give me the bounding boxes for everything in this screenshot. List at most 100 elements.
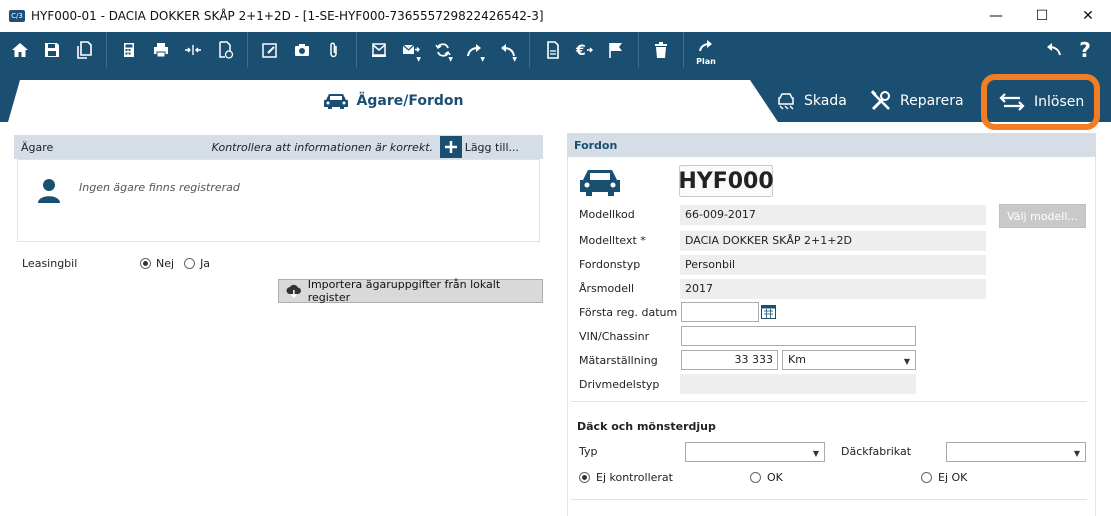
tires-header: Däck och mönsterdjup (577, 420, 716, 433)
flag-icon[interactable] (600, 32, 632, 68)
chevron-down-icon: ▼ (903, 357, 910, 366)
back-arrow-icon[interactable]: ▼ (491, 32, 523, 68)
calendar-icon[interactable] (761, 304, 776, 319)
ej-kontrollerat-radio[interactable] (579, 472, 590, 483)
vin-input[interactable] (681, 326, 916, 346)
tire-brand-select[interactable]: ▼ (946, 442, 1086, 462)
svg-text:€: € (575, 43, 586, 59)
tab-agare-fordon[interactable]: Ägare/Fordon (8, 80, 778, 122)
tire-check-ej-ok[interactable]: Ej OK (921, 471, 967, 484)
import-owner-button[interactable]: Importera ägaruppgifter från lokalt regi… (278, 278, 543, 304)
modellkod-value: 66-009-2017 (680, 205, 986, 225)
merge-icon[interactable] (177, 32, 209, 68)
help-button[interactable]: ? (1069, 32, 1101, 68)
document-clock-icon[interactable] (209, 32, 241, 68)
delete-icon[interactable] (645, 32, 677, 68)
close-window-button[interactable]: ✕ (1065, 0, 1111, 32)
registration-number: HYF000 (678, 165, 774, 197)
car-damage-icon (778, 93, 794, 110)
tab-skada-label: Skada (804, 93, 847, 109)
modelltext-label: Modelltext * (579, 234, 646, 247)
camera-icon[interactable] (286, 32, 318, 68)
inlosen-highlight-outline (981, 74, 1100, 130)
main-toolbar: ▼ ▼ ▼ ▼ € Plan ? (0, 32, 1111, 68)
edit-icon[interactable] (254, 32, 286, 68)
forsta-reg-input[interactable] (681, 302, 759, 322)
help-icon: ? (1079, 38, 1091, 62)
save-icon[interactable] (36, 32, 68, 68)
euro-transfer-icon[interactable]: € (568, 32, 600, 68)
mail-inbox-icon[interactable] (363, 32, 395, 68)
tab-skada[interactable]: Skada (776, 80, 847, 122)
drivmedel-label: Drivmedelstyp (579, 378, 660, 391)
home-icon[interactable] (4, 32, 36, 68)
tab-bar: Ägare/Fordon Skada Reparera Inlösen (0, 68, 1111, 122)
document-icon[interactable] (536, 32, 568, 68)
modellkod-label: Modellkod (579, 208, 635, 221)
chevron-down-icon: ▼ (1073, 449, 1080, 458)
vin-label: VIN/Chassinr (579, 330, 650, 343)
owner-hint: Kontrollera att informationen är korrekt… (211, 140, 433, 154)
plus-icon (445, 141, 457, 153)
chevron-down-icon: ▼ (812, 449, 819, 458)
modelltext-value: DACIA DOKKER SKÅP 2+1+2D (680, 231, 986, 251)
choose-model-button[interactable]: Välj modell... (999, 204, 1086, 228)
tab-reparera-label: Reparera (900, 93, 964, 109)
sync-icon[interactable]: ▼ (427, 32, 459, 68)
tire-brand-label: Däckfabrikat (841, 445, 912, 458)
paperclip-icon[interactable] (318, 32, 350, 68)
tire-type-select[interactable]: ▼ (685, 442, 825, 462)
cloud-download-icon (286, 284, 301, 298)
tab-reparera[interactable]: Reparera (870, 80, 964, 122)
matar-unit-value: Km (788, 353, 806, 366)
owner-panel-header: Ägare Kontrollera att informationen är k… (14, 135, 543, 159)
person-icon (38, 179, 60, 203)
window-title: HYF000-01 - DACIA DOKKER SKÅP 2+1+2D - [… (31, 9, 544, 23)
app-icon: C/3 (9, 10, 25, 22)
leasing-label: Leasingbil (22, 257, 78, 270)
matar-input[interactable]: 33 333 (681, 350, 778, 370)
window-titlebar: C/3 HYF000-01 - DACIA DOKKER SKÅP 2+1+2D… (0, 0, 1111, 32)
leasing-no-label: Nej (156, 257, 175, 270)
fordonstyp-label: Fordonstyp (579, 258, 641, 271)
add-owner-button[interactable] (440, 136, 462, 158)
ok-radio[interactable] (750, 472, 761, 483)
matar-unit-select[interactable]: Km ▼ (782, 350, 916, 370)
minimize-button[interactable]: — (973, 0, 1019, 32)
divider (571, 499, 1087, 500)
tire-check-ok[interactable]: OK (750, 471, 783, 484)
forsta-reg-label: Första reg. datum (579, 306, 678, 319)
ej-ok-label: Ej OK (938, 471, 968, 484)
vehicle-car-icon (580, 170, 620, 196)
fordonstyp-value: Personbil (680, 255, 986, 275)
send-mail-icon[interactable]: ▼ (395, 32, 427, 68)
maximize-button[interactable]: ☐ (1019, 0, 1065, 32)
copy-document-icon[interactable] (68, 32, 100, 68)
calculator-icon[interactable] (113, 32, 145, 68)
forward-arrow-icon[interactable]: ▼ (459, 32, 491, 68)
owner-list: Ingen ägare finns registrerad (17, 159, 540, 242)
vehicle-header-title: Fordon (574, 138, 618, 152)
print-icon[interactable] (145, 32, 177, 68)
vehicle-panel-header: Fordon (567, 133, 1096, 157)
drivmedel-value (680, 374, 916, 394)
plan-label: Plan (696, 57, 716, 66)
plan-button[interactable]: Plan (690, 32, 722, 68)
matar-label: Mätarställning (579, 354, 658, 367)
leasing-yes-label: Ja (200, 257, 211, 270)
tire-check-ej-kontrollerat[interactable]: Ej kontrollerat (579, 471, 673, 484)
leasing-radio-group: Nej Ja (140, 257, 210, 270)
ej-ok-radio[interactable] (921, 472, 932, 483)
leasing-no-radio[interactable] (140, 258, 151, 269)
leasing-yes-radio[interactable] (184, 258, 196, 269)
tire-type-label: Typ (579, 445, 598, 458)
ok-label: OK (767, 471, 783, 484)
tools-icon (870, 90, 890, 111)
arsmodell-label: Årsmodell (579, 282, 635, 295)
no-owner-text: Ingen ägare finns registrerad (79, 181, 240, 194)
add-owner-label[interactable]: Lägg till... (465, 141, 519, 154)
owner-header-title: Ägare (21, 140, 54, 154)
arsmodell-value: 2017 (680, 279, 986, 299)
car-icon (323, 94, 348, 109)
undo-icon[interactable] (1037, 32, 1069, 68)
